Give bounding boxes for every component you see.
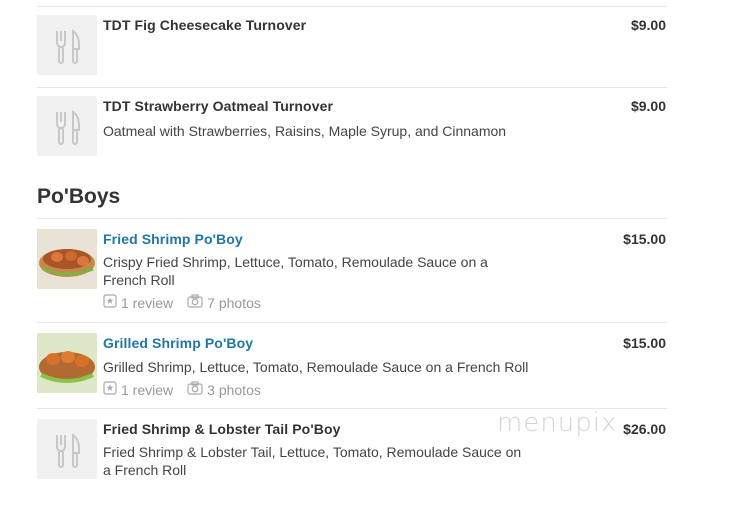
- menu-item: TDT Strawberry Oatmeal Turnover $9.00 Oa…: [37, 87, 667, 169]
- item-meta: 1 review 3 photos: [103, 381, 261, 398]
- item-title-link[interactable]: Grilled Shrimp Po'Boy: [103, 335, 253, 351]
- item-description: Grilled Shrimp, Lettuce, Tomato, Remoula…: [103, 358, 623, 376]
- utensils-placeholder-icon: [37, 419, 97, 479]
- utensils-placeholder-icon: [37, 15, 97, 75]
- item-description-line: French Roll: [103, 272, 175, 288]
- item-meta: 1 review 7 photos: [103, 294, 261, 311]
- star-review-icon: [103, 381, 117, 398]
- item-description-line: Fried Shrimp & Lobster Tail, Lettuce, To…: [103, 444, 522, 460]
- star-review-icon: [103, 294, 117, 311]
- item-description-line: Grilled Shrimp, Lettuce, Tomato, Remoula…: [103, 359, 529, 375]
- item-price: $9.00: [630, 17, 666, 33]
- section-title: Po'Boys: [37, 185, 121, 208]
- item-title: Fried Shrimp & Lobster Tail Po'Boy: [103, 421, 341, 437]
- item-price: $26.00: [623, 421, 666, 437]
- camera-icon: [187, 381, 203, 398]
- food-photo[interactable]: [37, 333, 97, 393]
- menu-item: Grilled Shrimp Po'Boy $15.00 Grilled Shr…: [37, 322, 667, 408]
- item-price: $15.00: [623, 231, 666, 247]
- menu-item: Fried Shrimp Po'Boy $15.00 Crispy Fried …: [37, 218, 667, 322]
- item-description: Oatmeal with Strawberries, Raisins, Mapl…: [103, 123, 507, 139]
- watermark-logo: menupix: [497, 408, 618, 438]
- review-count-link[interactable]: 1 review: [121, 295, 173, 311]
- item-title-link[interactable]: Fried Shrimp Po'Boy: [103, 231, 243, 247]
- utensils-placeholder-icon: [37, 96, 97, 156]
- item-description: Crispy Fried Shrimp, Lettuce, Tomato, Re…: [103, 253, 533, 289]
- item-description: Fried Shrimp & Lobster Tail, Lettuce, To…: [103, 443, 533, 479]
- item-price: $15.00: [623, 335, 666, 351]
- food-photo[interactable]: [37, 229, 97, 289]
- photo-count-link[interactable]: 3 photos: [207, 382, 261, 398]
- review-count-link[interactable]: 1 review: [121, 382, 173, 398]
- item-description-line: a French Roll: [103, 462, 187, 478]
- item-title: TDT Strawberry Oatmeal Turnover: [103, 98, 334, 114]
- item-price: $9.00: [630, 98, 666, 114]
- camera-icon: [187, 294, 203, 311]
- photo-count-link[interactable]: 7 photos: [207, 295, 261, 311]
- menu-item: TDT Fig Cheesecake Turnover $9.00: [37, 6, 667, 87]
- item-description-line: Crispy Fried Shrimp, Lettuce, Tomato, Re…: [103, 254, 488, 270]
- item-title: TDT Fig Cheesecake Turnover: [103, 17, 307, 33]
